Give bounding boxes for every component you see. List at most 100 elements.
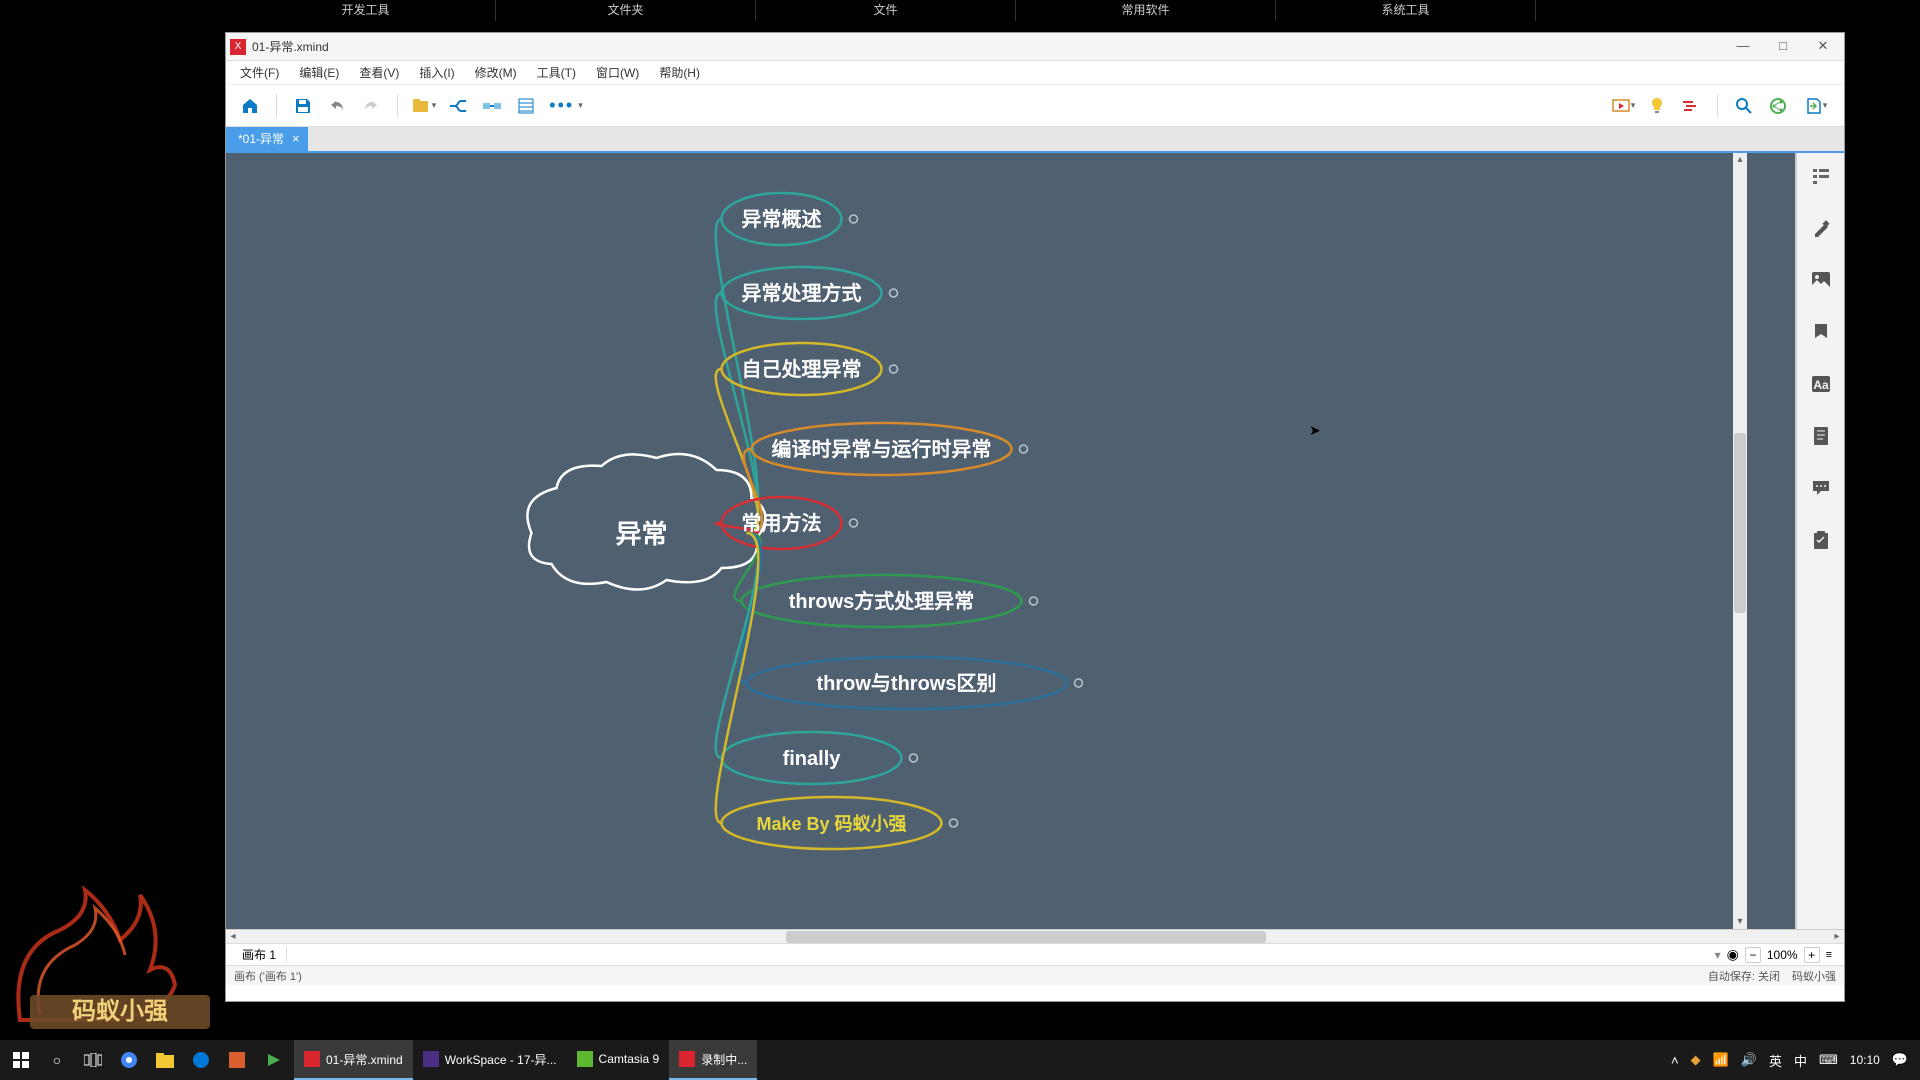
desktop-tab[interactable]: 系统工具 bbox=[1276, 0, 1536, 21]
image-icon[interactable] bbox=[1810, 269, 1832, 291]
boundary-button[interactable] bbox=[512, 92, 540, 120]
svg-text:异常: 异常 bbox=[615, 519, 667, 549]
taskbar-item[interactable]: WorkSpace - 17-异... bbox=[413, 1040, 567, 1080]
task-icon[interactable] bbox=[1810, 529, 1832, 551]
desktop-tab[interactable]: 开发工具 bbox=[236, 0, 496, 21]
search-button[interactable] bbox=[1730, 92, 1758, 120]
menu-window[interactable]: 窗口(W) bbox=[586, 61, 649, 84]
menu-tools[interactable]: 工具(T) bbox=[527, 61, 586, 84]
zoom-out-button[interactable]: − bbox=[1745, 947, 1761, 963]
menu-insert[interactable]: 插入(I) bbox=[409, 61, 464, 84]
right-side-panel: Aa bbox=[1796, 153, 1844, 929]
zoom-menu-icon[interactable]: ≡ bbox=[1826, 949, 1832, 961]
menu-edit[interactable]: 编辑(E) bbox=[289, 61, 349, 84]
window-title: 01-异常.xmind bbox=[252, 38, 1734, 55]
maximize-button[interactable]: □ bbox=[1774, 38, 1792, 56]
brand-label: 码蚁小强 bbox=[1792, 968, 1836, 984]
sheet-tab[interactable]: 画布 1 bbox=[232, 946, 287, 963]
desktop-tab[interactable]: 常用软件 bbox=[1016, 0, 1276, 21]
marker-icon[interactable] bbox=[1810, 321, 1832, 343]
svg-text:throws方式处理异常: throws方式处理异常 bbox=[789, 589, 975, 613]
task-app-icon bbox=[577, 1051, 593, 1067]
export-button[interactable]: ▾ bbox=[1798, 92, 1834, 120]
horizontal-scrollbar[interactable]: ◂ ▸ bbox=[226, 929, 1844, 943]
menu-file[interactable]: 文件(F) bbox=[230, 61, 289, 84]
svg-text:Aa: Aa bbox=[1813, 378, 1829, 392]
close-button[interactable]: ✕ bbox=[1814, 38, 1832, 56]
share-button[interactable] bbox=[1764, 92, 1792, 120]
outline-icon[interactable] bbox=[1810, 165, 1832, 187]
font-icon[interactable]: Aa bbox=[1810, 373, 1832, 395]
app-icon[interactable] bbox=[226, 1049, 248, 1071]
comments-icon[interactable] bbox=[1810, 477, 1832, 499]
task-app-icon bbox=[679, 1051, 695, 1067]
play-icon[interactable] bbox=[262, 1049, 284, 1071]
scroll-down-icon[interactable]: ▾ bbox=[1733, 915, 1747, 929]
minimize-button[interactable]: — bbox=[1734, 38, 1752, 56]
separator bbox=[276, 94, 277, 118]
titlebar[interactable]: X 01-异常.xmind — □ ✕ bbox=[226, 33, 1844, 61]
hscroll-thumb[interactable] bbox=[786, 931, 1266, 943]
svg-text:throw与throws区别: throw与throws区别 bbox=[817, 672, 997, 695]
doc-tab-close-icon[interactable]: × bbox=[292, 127, 300, 151]
relationship-button[interactable] bbox=[478, 92, 506, 120]
scroll-up-icon[interactable]: ▴ bbox=[1733, 153, 1747, 167]
tray-shield-icon[interactable]: ◆ bbox=[1691, 1052, 1701, 1068]
redo-button[interactable] bbox=[357, 92, 385, 120]
format-icon[interactable] bbox=[1810, 217, 1832, 239]
scroll-right-icon[interactable]: ▸ bbox=[1830, 930, 1844, 944]
taskbar-item[interactable]: Camtasia 9 bbox=[567, 1040, 670, 1080]
save-button[interactable] bbox=[289, 92, 317, 120]
desktop-tab[interactable]: 文件夹 bbox=[496, 0, 756, 21]
vscroll-thumb[interactable] bbox=[1734, 433, 1746, 613]
task-label: 录制中... bbox=[701, 1051, 747, 1068]
ime-lang2[interactable]: 中 bbox=[1794, 1051, 1807, 1070]
explorer-icon[interactable] bbox=[154, 1049, 176, 1071]
brainstorm-button[interactable] bbox=[1643, 92, 1671, 120]
separator bbox=[1717, 94, 1718, 118]
scroll-left-icon[interactable]: ◂ bbox=[226, 930, 240, 944]
svg-text:码蚁小强: 码蚁小强 bbox=[72, 998, 168, 1025]
ime-lang1[interactable]: 英 bbox=[1769, 1051, 1782, 1070]
undo-button[interactable] bbox=[323, 92, 351, 120]
home-button[interactable] bbox=[236, 92, 264, 120]
cortana-icon[interactable]: ○ bbox=[46, 1049, 68, 1071]
presentation-button[interactable]: ▾ bbox=[1609, 92, 1637, 120]
edge-icon[interactable] bbox=[190, 1049, 212, 1071]
svg-text:异常概述: 异常概述 bbox=[742, 208, 822, 231]
chrome-icon[interactable] bbox=[118, 1049, 140, 1071]
svg-text:finally: finally bbox=[783, 748, 842, 770]
document-tab[interactable]: *01-异常 × bbox=[226, 127, 308, 151]
taskbar-item[interactable]: 01-异常.xmind bbox=[294, 1040, 413, 1080]
watermark-logo: 码蚁小强 bbox=[0, 830, 230, 1030]
app-icon: X bbox=[230, 39, 246, 55]
canvas[interactable]: 异常异常概述异常处理方式自己处理异常编译时异常与运行时异常常用方法throws方… bbox=[226, 153, 1796, 929]
notes-icon[interactable] bbox=[1810, 425, 1832, 447]
zoom-controls: ◉ − 100% + ≡ bbox=[1727, 946, 1838, 963]
eye-icon[interactable]: ◉ bbox=[1727, 946, 1739, 963]
start-button[interactable] bbox=[10, 1049, 32, 1071]
zoom-value: 100% bbox=[1767, 948, 1798, 962]
taskbar-item[interactable]: 录制中... bbox=[669, 1040, 757, 1080]
structure-button[interactable] bbox=[444, 92, 472, 120]
menu-modify[interactable]: 修改(M) bbox=[465, 61, 527, 84]
bottom-bar: 画布 1 ▾ ◉ − 100% + ≡ bbox=[226, 943, 1844, 965]
menu-view[interactable]: 查看(V) bbox=[349, 61, 409, 84]
taskview-icon[interactable] bbox=[82, 1049, 104, 1071]
vertical-scrollbar[interactable]: ▴ ▾ bbox=[1733, 153, 1747, 929]
clock[interactable]: 10:10 bbox=[1850, 1053, 1880, 1067]
notifications-icon[interactable]: 💬 bbox=[1892, 1052, 1908, 1068]
zoom-in-button[interactable]: + bbox=[1804, 947, 1820, 963]
dropdown-icon[interactable]: ▾ bbox=[1709, 948, 1727, 962]
menubar: 文件(F) 编辑(E) 查看(V) 插入(I) 修改(M) 工具(T) 窗口(W… bbox=[226, 61, 1844, 85]
tray-volume-icon[interactable]: 🔊 bbox=[1741, 1052, 1757, 1068]
desktop-tab[interactable]: 文件 bbox=[756, 0, 1016, 21]
new-sheet-button[interactable]: ▾ bbox=[410, 92, 438, 120]
more-button[interactable]: •••▾ bbox=[546, 92, 586, 120]
tray-chevron-icon[interactable]: ˄ bbox=[1671, 1053, 1679, 1068]
gantt-button[interactable] bbox=[1677, 92, 1705, 120]
ime-icon[interactable]: ⌨ bbox=[1819, 1052, 1838, 1068]
status-left: 画布 ('画布 1') bbox=[234, 968, 302, 984]
menu-help[interactable]: 帮助(H) bbox=[649, 61, 710, 84]
tray-network-icon[interactable]: 📶 bbox=[1713, 1052, 1729, 1068]
